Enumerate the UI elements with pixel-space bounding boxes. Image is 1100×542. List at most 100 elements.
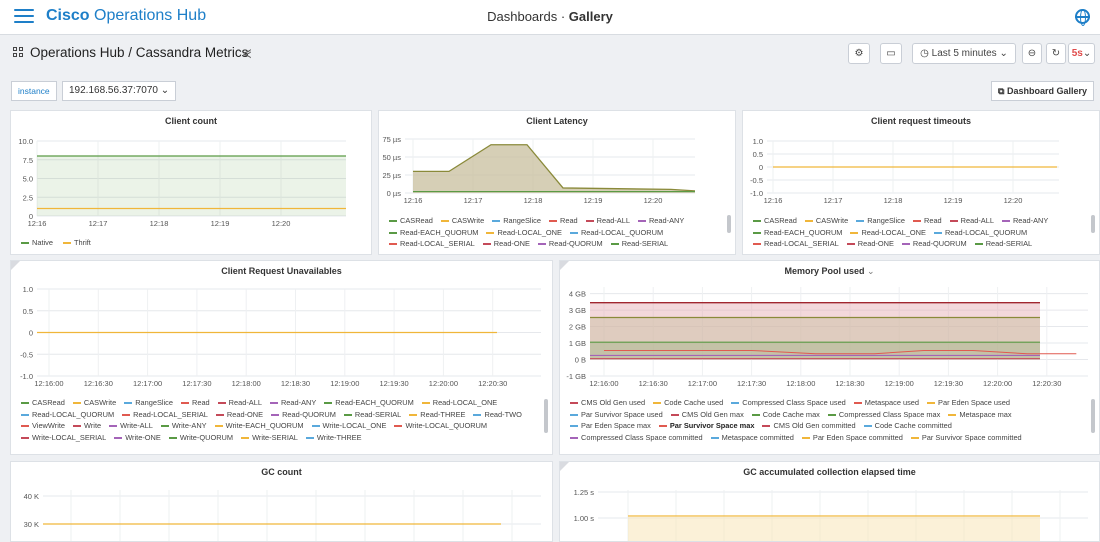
legend-item[interactable]: Read-SERIAL [610,238,668,250]
panel-client-count[interactable]: Client count 10.0 7.5 5.0 2.5 0 12:16 12:17 12:… [10,110,372,255]
legend-item[interactable]: Par Eden Space committed [801,432,903,444]
legend-item[interactable]: Thrift [63,237,91,249]
legend-item[interactable]: Par Survivor Space used [570,409,663,421]
legend-item[interactable]: CMS Old Gen max [670,409,744,421]
legend-item[interactable]: Read-EACH_QUORUM [324,397,414,409]
legend-item[interactable]: Write-QUORUM [168,432,233,444]
legend-item[interactable]: Metaspace used [853,397,919,409]
legend-item[interactable]: CASRead [21,397,65,409]
legend-item[interactable]: Write-LOCAL_SERIAL [21,432,106,444]
refresh-interval-select[interactable]: 5s⌄ [1068,43,1095,64]
legend-scrollbar[interactable] [1091,399,1095,433]
legend-item[interactable]: Read-ANY [269,397,316,409]
legend-item[interactable]: Read-ANY [1001,215,1048,227]
dashboard-title[interactable]: Operations Hub / Cassandra Metrics [30,45,248,60]
legend-item[interactable]: Read-LOCAL_QUORUM [21,409,114,421]
instance-select[interactable]: 192.168.56.37:7070 ⌄ [62,81,177,101]
legend-item[interactable]: Compressed Class Space committed [570,432,703,444]
legend-item[interactable]: Par Survivor Space committed [910,432,1022,444]
legend-item[interactable]: Read-ONE [215,409,263,421]
legend-item[interactable]: Read-SERIAL [974,238,1032,250]
legend-item[interactable]: Read-ALL [585,215,630,227]
legend-item[interactable]: Read-EACH_QUORUM [389,227,478,239]
legend-scrollbar[interactable] [727,215,731,233]
legend-item[interactable]: Par Survivor Space max [658,420,754,432]
legend-item[interactable]: CASWrite [72,397,116,409]
legend-item[interactable]: Compressed Class Space max [827,409,940,421]
tv-mode-button[interactable]: ▭ [880,43,902,64]
legend-item[interactable]: Read [913,215,942,227]
menu-icon[interactable] [14,9,34,25]
legend-item[interactable]: RangeSlice [124,397,173,409]
legend-scrollbar[interactable] [544,399,548,433]
panel-gc-elapsed-time[interactable]: GC accumulated collection elapsed time 1… [559,461,1100,542]
legend-item[interactable]: Read [181,397,210,409]
legend-item[interactable]: Read-THREE [409,409,465,421]
legend-item[interactable]: Read-LOCAL_SERIAL [389,238,475,250]
legend-item[interactable]: Read-SERIAL [343,409,401,421]
panel-client-request-unavailables[interactable]: Client Request Unavailables 1.0 0.5 0 -0.5-… [10,260,553,455]
legend-scrollbar[interactable] [1091,215,1095,233]
legend-item[interactable]: Write [73,420,101,432]
legend-item[interactable]: CASRead [389,215,433,227]
legend-item[interactable]: CASWrite [440,215,484,227]
chart-legend: Native Thrift [21,237,357,249]
legend-item[interactable]: Par Eden Space max [570,420,651,432]
legend-item[interactable]: Read-LOCAL_QUORUM [933,227,1027,239]
legend-item[interactable]: Code Cache used [653,397,723,409]
legend-item[interactable]: Read-ONE [846,238,894,250]
legend-item[interactable]: RangeSlice [856,215,905,227]
refresh-button[interactable]: ↻ [1046,43,1066,64]
legend-label: Read [192,398,210,407]
panel-client-latency[interactable]: Client Latency 75 µs 50 µs 25 µs 0 µs 12:16 1… [378,110,736,255]
panel-memory-pool-used[interactable]: Memory Pool used ⌄ 4 GB 3 GB 2 GB 1 GB 0 B -1… [559,260,1100,455]
legend-item[interactable]: Code Cache max [751,409,820,421]
share-icon[interactable]: ⋞ [242,46,252,60]
legend-item[interactable]: Read-ONE [482,238,530,250]
legend-item[interactable]: CASWrite [804,215,848,227]
legend-item[interactable]: Write-ONE [114,432,161,444]
legend-item[interactable]: Read-ANY [637,215,684,227]
settings-button[interactable]: ⚙ [848,43,870,64]
panel-gc-count[interactable]: GC count 40 K 30 K [10,461,553,542]
legend-item[interactable]: Metaspace max [948,409,1012,421]
legend-item[interactable]: Read-LOCAL_SERIAL [753,238,839,250]
legend-item[interactable]: Read-QUORUM [271,409,336,421]
legend-swatch [21,436,29,439]
legend-item[interactable]: Read-ALL [949,215,994,227]
legend-item[interactable]: RangeSlice [492,215,541,227]
legend-item[interactable]: Code Cache committed [863,420,952,432]
legend-item[interactable]: Read-TWO [473,409,522,421]
legend-item[interactable]: Par Eden Space used [927,397,1010,409]
legend-item[interactable]: Write-SERIAL [241,432,298,444]
legend-item[interactable]: Write-ALL [109,420,153,432]
legend-item[interactable]: Read-LOCAL_ONE [421,397,497,409]
legend-item[interactable]: Metaspace committed [710,432,794,444]
legend-item[interactable]: Read-ALL [217,397,262,409]
legend-item[interactable]: CMS Old Gen used [570,397,645,409]
app-brand[interactable]: Cisco Operations Hub [46,7,206,25]
legend-item[interactable]: CMS Old Gen committed [762,420,856,432]
legend-item[interactable]: Read-QUORUM [901,238,967,250]
legend-item[interactable]: Read-EACH_QUORUM [753,227,842,239]
legend-item[interactable]: Read-QUORUM [537,238,603,250]
legend-item[interactable]: Write-EACH_QUORUM [214,420,304,432]
legend-item[interactable]: Native [21,237,53,249]
legend-item[interactable]: Read-LOCAL_ONE [486,227,562,239]
globe-icon[interactable] [1075,9,1090,26]
legend-item[interactable]: Write-LOCAL_ONE [311,420,386,432]
legend-item[interactable]: Write-LOCAL_QUORUM [394,420,487,432]
legend-item[interactable]: ViewWrite [21,420,65,432]
legend-item[interactable]: Read-LOCAL_QUORUM [569,227,663,239]
legend-item[interactable]: Compressed Class Space used [731,397,846,409]
dashboard-gallery-button[interactable]: ⧉ Dashboard Gallery [991,81,1094,101]
legend-item[interactable]: CASRead [753,215,797,227]
legend-item[interactable]: Read [549,215,578,227]
legend-item[interactable]: Read-LOCAL_SERIAL [122,409,208,421]
legend-item[interactable]: Read-LOCAL_ONE [850,227,926,239]
time-picker[interactable]: ◷ Last 5 minutes ⌄ [912,43,1016,64]
legend-item[interactable]: Write-THREE [305,432,362,444]
zoom-out-button[interactable]: ⊖ [1022,43,1042,64]
legend-item[interactable]: Write-ANY [160,420,207,432]
panel-client-timeouts[interactable]: Client request timeouts 1.0 0.5 0 -0.5 -1.0 1… [742,110,1100,255]
